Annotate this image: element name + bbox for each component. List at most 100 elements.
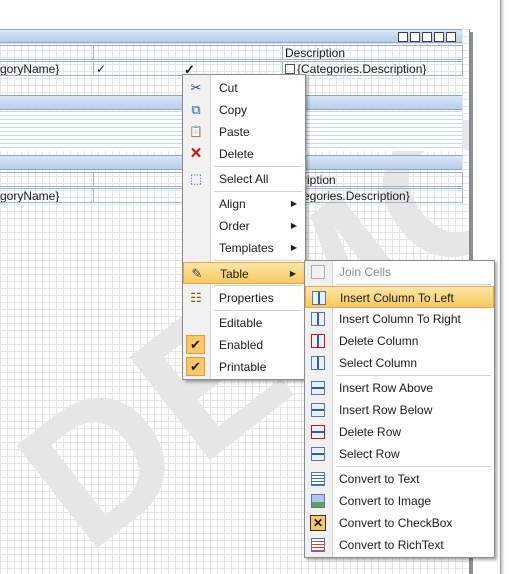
description-data-cell[interactable]: egories.Description} xyxy=(302,188,463,203)
submenu-item-delete-row[interactable]: Delete Row xyxy=(305,421,494,443)
description-header-cell[interactable]: ription xyxy=(302,172,463,187)
table-edit-icon: ✎ xyxy=(191,266,203,281)
submenu-item-label: Convert to RichText xyxy=(339,538,444,552)
submenu-arrow-icon: ▶ xyxy=(290,221,297,230)
submenu-item-insert-column-left[interactable]: Insert Column To Left xyxy=(305,286,494,308)
submenu-item-select-column[interactable]: Select Column xyxy=(305,352,494,374)
submenu-item-label: Convert to Text xyxy=(339,472,420,486)
menu-item-templates[interactable]: Templates ▶ xyxy=(183,237,305,259)
description-data-cell[interactable]: {Categories.Description} xyxy=(282,61,463,76)
submenu-item-convert-richtext[interactable]: Convert to RichText xyxy=(305,534,494,556)
submenu-arrow-icon: ▶ xyxy=(289,269,296,278)
menu-item-label: Select All xyxy=(219,172,269,186)
menu-separator xyxy=(214,310,302,311)
copy-icon: ⧉ xyxy=(191,102,201,117)
submenu-item-select-row[interactable]: Select Row xyxy=(305,443,494,465)
submenu-item-label: Insert Column To Right xyxy=(339,312,461,326)
scissors-icon: ✂ xyxy=(190,80,202,95)
menu-item-cut[interactable]: ✂ Cut xyxy=(183,77,305,99)
checkbox-icon: ✕ xyxy=(310,515,326,531)
insert-row-below-icon xyxy=(310,402,326,418)
menu-item-align[interactable]: Align ▶ xyxy=(183,193,305,215)
select-column-icon xyxy=(310,355,326,371)
submenu-item-join-cells[interactable]: Join Cells xyxy=(305,261,494,283)
table-header-cell[interactable] xyxy=(0,172,94,187)
submenu-item-label: Convert to Image xyxy=(339,494,432,508)
menu-item-label: Table xyxy=(220,267,249,281)
submenu-item-convert-image[interactable]: Convert to Image xyxy=(305,490,494,512)
table-header-cell[interactable] xyxy=(93,45,283,60)
menu-separator xyxy=(214,191,302,192)
join-cells-icon xyxy=(310,264,326,280)
band-icon-3[interactable] xyxy=(422,32,432,42)
menu-item-label: Copy xyxy=(219,103,248,117)
band-icon-2[interactable] xyxy=(410,32,420,42)
expand-icon[interactable] xyxy=(285,64,295,74)
select-all-icon: ⬚ xyxy=(189,171,203,186)
submenu-item-label: Insert Column To Left xyxy=(340,291,454,305)
submenu-arrow-icon: ▶ xyxy=(290,243,297,252)
menu-item-label: Delete xyxy=(219,147,254,161)
select-row-icon xyxy=(310,446,326,462)
menu-separator xyxy=(214,285,302,286)
submenu-item-insert-column-right[interactable]: Insert Column To Right xyxy=(305,308,494,330)
insert-column-right-icon xyxy=(310,311,326,327)
band-icon-5[interactable] xyxy=(446,32,456,42)
paste-icon: 📋 xyxy=(189,126,203,138)
menu-item-label: Cut xyxy=(219,81,238,95)
menu-item-order[interactable]: Order ▶ xyxy=(183,215,305,237)
menu-item-paste[interactable]: 📋 Paste xyxy=(183,121,305,143)
insert-row-above-icon xyxy=(310,380,326,396)
submenu-item-label: Select Row xyxy=(339,447,400,461)
image-icon xyxy=(310,493,326,509)
category-name-cell[interactable]: goryName} xyxy=(0,188,94,203)
insert-column-left-icon xyxy=(311,290,327,306)
menu-item-label: Printable xyxy=(219,360,267,374)
submenu-item-label: Delete Row xyxy=(339,425,402,439)
richtext-icon xyxy=(310,537,326,553)
checkmark-icon: ✔ xyxy=(186,357,205,376)
submenu-item-insert-row-above[interactable]: Insert Row Above xyxy=(305,377,494,399)
context-menu: ✂ Cut ⧉ Copy 📋 Paste ✕ Delete ⬚ Select A… xyxy=(182,74,306,380)
delete-row-icon xyxy=(310,424,326,440)
menu-item-label: Templates xyxy=(219,241,274,255)
submenu-item-insert-row-below[interactable]: Insert Row Below xyxy=(305,399,494,421)
description-field: {Categories.Description} xyxy=(297,62,427,76)
description-header-cell[interactable]: Description xyxy=(282,45,463,60)
submenu-item-label: Convert to CheckBox xyxy=(339,516,453,530)
submenu-item-label: Delete Column xyxy=(339,334,419,348)
menu-separator xyxy=(336,466,491,467)
delete-icon: ✕ xyxy=(189,145,203,162)
submenu-item-label: Join Cells xyxy=(339,265,392,279)
menu-item-label: Align xyxy=(219,197,246,211)
submenu-item-convert-checkbox[interactable]: ✕ Convert to CheckBox xyxy=(305,512,494,534)
table-header-cell[interactable] xyxy=(0,45,94,60)
checkmark-icon: ✔ xyxy=(186,335,205,354)
category-name-cell[interactable]: goryName} xyxy=(0,61,94,76)
submenu-item-label: Insert Row Below xyxy=(339,403,433,417)
delete-column-icon xyxy=(310,333,326,349)
menu-separator xyxy=(336,284,491,285)
check-mark: ✓ xyxy=(96,62,107,76)
menu-item-properties[interactable]: ☷ Properties xyxy=(183,287,305,309)
band-icon-1[interactable] xyxy=(398,32,408,42)
menu-item-table[interactable]: ✎ Table ▶ xyxy=(183,262,305,284)
menu-item-label: Enabled xyxy=(219,338,264,352)
band-title-bar xyxy=(0,29,462,43)
menu-separator xyxy=(336,375,491,376)
submenu-item-label: Select Column xyxy=(339,356,418,370)
menu-item-delete[interactable]: ✕ Delete xyxy=(183,143,305,165)
table-submenu: Join Cells Insert Column To Left Insert … xyxy=(304,260,495,558)
menu-item-editable[interactable]: Editable xyxy=(183,312,305,334)
submenu-arrow-icon: ▶ xyxy=(290,199,297,208)
menu-item-select-all[interactable]: ⬚ Select All xyxy=(183,168,305,190)
menu-item-label: Paste xyxy=(219,125,250,139)
menu-item-printable[interactable]: ✔ Printable xyxy=(183,356,305,378)
menu-item-enabled[interactable]: ✔ Enabled xyxy=(183,334,305,356)
menu-item-copy[interactable]: ⧉ Copy xyxy=(183,99,305,121)
window-edge xyxy=(500,0,522,574)
band-icon-4[interactable] xyxy=(434,32,444,42)
submenu-item-delete-column[interactable]: Delete Column xyxy=(305,330,494,352)
submenu-item-convert-text[interactable]: Convert to Text xyxy=(305,468,494,490)
submenu-item-label: Insert Row Above xyxy=(339,381,434,395)
